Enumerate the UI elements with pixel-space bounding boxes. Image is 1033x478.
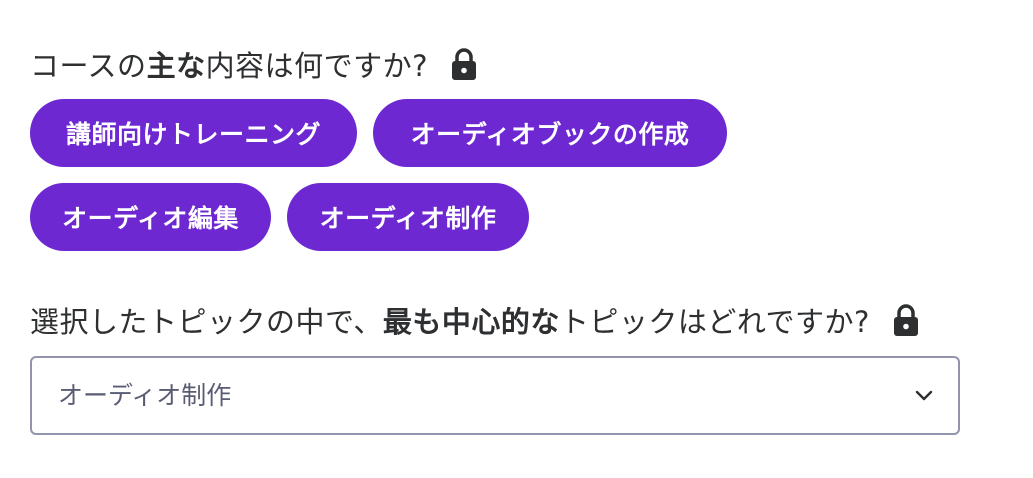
central-topic-select[interactable]: オーディオ制作 bbox=[30, 356, 960, 435]
topic-chip-audio-editing[interactable]: オーディオ編集 bbox=[30, 183, 271, 251]
question-text-emphasis: 最も中心的な bbox=[382, 305, 560, 339]
central-topic-question: 選択したトピックの中で、 最も中心的な トピックはどれですか? bbox=[30, 298, 920, 342]
topic-chip-label: オーディオ制作 bbox=[319, 204, 497, 233]
lock-icon bbox=[450, 47, 478, 81]
topic-chip-label: オーディオブックの作成 bbox=[410, 120, 690, 149]
chevron-down-icon bbox=[914, 386, 934, 406]
topic-chip-audiobook-creation[interactable]: オーディオブックの作成 bbox=[373, 99, 727, 167]
topic-chip-label: 講師向けトレーニング bbox=[65, 120, 321, 149]
question-text-part: 内容は何ですか? bbox=[205, 49, 428, 83]
select-value: オーディオ制作 bbox=[58, 381, 232, 410]
main-content-question: コースの 主な 内容は何ですか? bbox=[30, 42, 478, 86]
topic-chip-audio-production[interactable]: オーディオ制作 bbox=[287, 183, 529, 251]
question-text-part: トピックはどれですか? bbox=[559, 305, 870, 339]
question-text-part: コースの bbox=[30, 49, 147, 83]
topic-chip-instructor-training[interactable]: 講師向けトレーニング bbox=[30, 99, 357, 167]
topic-chip-label: オーディオ編集 bbox=[62, 204, 239, 233]
question-text-emphasis: 主な bbox=[146, 49, 206, 83]
question-text-part: 選択したトピックの中で、 bbox=[30, 305, 383, 339]
lock-icon bbox=[892, 303, 920, 337]
